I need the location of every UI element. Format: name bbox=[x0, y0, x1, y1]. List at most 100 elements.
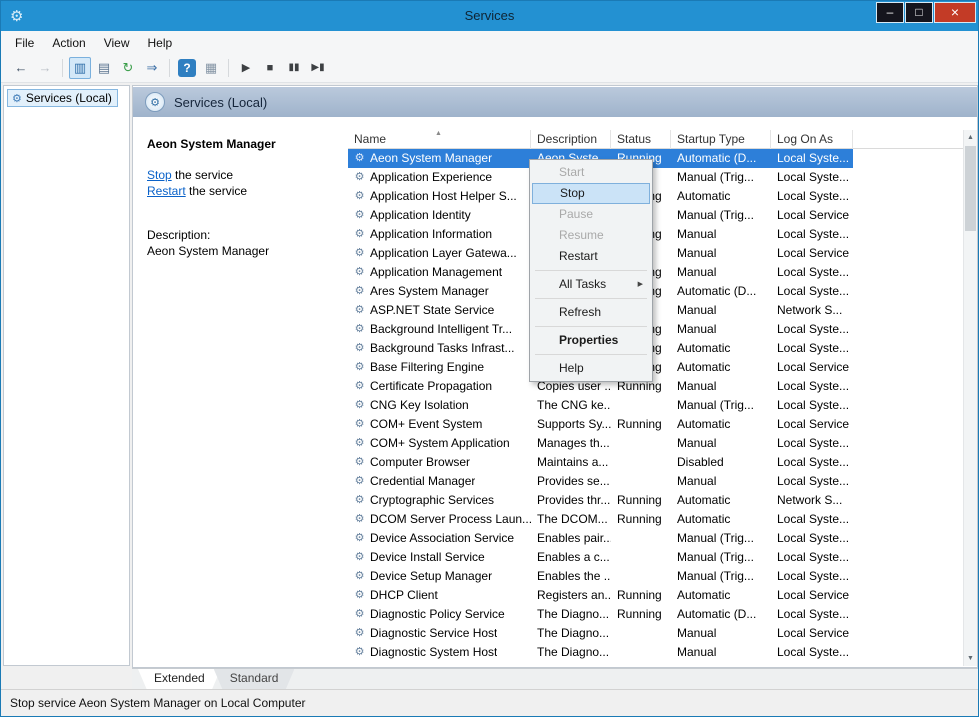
toolbar-separator bbox=[169, 59, 170, 77]
menu-help[interactable]: Help bbox=[139, 32, 182, 55]
cell-logon-as: Local Syste... bbox=[771, 377, 853, 396]
menu-action[interactable]: Action bbox=[43, 32, 94, 55]
menu-file[interactable]: File bbox=[6, 32, 43, 55]
maximize-button[interactable]: □ bbox=[905, 2, 933, 23]
table-row[interactable]: ⚙COM+ System ApplicationManages th...Man… bbox=[348, 434, 853, 453]
service-name: Base Filtering Engine bbox=[370, 358, 484, 377]
menu-item-label: Stop bbox=[560, 186, 585, 200]
service-name: Diagnostic Service Host bbox=[370, 624, 497, 643]
table-header: Name ▲ Description Status Startup Type L… bbox=[348, 130, 963, 149]
tab-standard[interactable]: Standard bbox=[214, 669, 295, 690]
service-name: Application Experience bbox=[370, 168, 492, 187]
selected-service-name: Aeon System Manager bbox=[147, 137, 276, 151]
column-header-logon-as[interactable]: Log On As bbox=[771, 130, 853, 149]
table-row[interactable]: ⚙Diagnostic Policy ServiceThe Diagno...R… bbox=[348, 605, 853, 624]
context-menu-item-start[interactable]: Start bbox=[532, 162, 650, 183]
start-service-icon[interactable]: ▶ bbox=[235, 57, 257, 79]
column-header-startup-type[interactable]: Startup Type bbox=[671, 130, 771, 149]
service-name: Computer Browser bbox=[370, 453, 470, 472]
stop-service-link[interactable]: Stop bbox=[147, 168, 172, 182]
cell-name: ⚙Application Layer Gatewa... bbox=[348, 244, 531, 263]
cell-logon-as: Local Syste... bbox=[771, 225, 853, 244]
action-pane-icon[interactable]: ▦ bbox=[200, 57, 222, 79]
vertical-scrollbar[interactable]: ▲ ▼ bbox=[963, 130, 977, 666]
service-gear-icon: ⚙ bbox=[352, 548, 367, 567]
cell-name: ⚙Cryptographic Services bbox=[348, 491, 531, 510]
service-name: Aeon System Manager bbox=[370, 149, 492, 168]
cell-logon-as: Local Service bbox=[771, 415, 853, 434]
service-name: DCOM Server Process Laun... bbox=[370, 510, 531, 529]
context-menu-item-properties[interactable]: Properties bbox=[532, 330, 650, 351]
table-row[interactable]: ⚙Device Setup ManagerEnables the ...Manu… bbox=[348, 567, 853, 586]
context-menu-item-refresh[interactable]: Refresh bbox=[532, 302, 650, 323]
cell-startup-type: Manual (Trig... bbox=[671, 396, 771, 415]
back-icon[interactable]: ← bbox=[10, 57, 32, 79]
table-row[interactable]: ⚙DCOM Server Process Laun...The DCOM...R… bbox=[348, 510, 853, 529]
minimize-button[interactable]: – bbox=[876, 2, 904, 23]
export-list-icon[interactable]: ⇒ bbox=[141, 57, 163, 79]
cell-logon-as: Local Syste... bbox=[771, 149, 853, 168]
cell-name: ⚙Computer Browser bbox=[348, 453, 531, 472]
service-name: COM+ Event System bbox=[370, 415, 482, 434]
context-menu-item-all-tasks[interactable]: All Tasks▶ bbox=[532, 274, 650, 295]
table-row[interactable]: ⚙CNG Key IsolationThe CNG ke...Manual (T… bbox=[348, 396, 853, 415]
refresh-icon[interactable]: ↻ bbox=[117, 57, 139, 79]
cell-description: Provides se... bbox=[531, 472, 611, 491]
table-row[interactable]: ⚙COM+ Event SystemSupports Sy...RunningA… bbox=[348, 415, 853, 434]
menu-view[interactable]: View bbox=[95, 32, 139, 55]
table-row[interactable]: ⚙Diagnostic Service HostThe Diagno...Man… bbox=[348, 624, 853, 643]
forward-icon[interactable]: → bbox=[34, 57, 56, 79]
service-name: DHCP Client bbox=[370, 586, 438, 605]
column-header-description[interactable]: Description bbox=[531, 130, 611, 149]
tree-node-services-local[interactable]: ⚙ Services (Local) bbox=[7, 89, 118, 107]
scroll-down-icon[interactable]: ▼ bbox=[964, 651, 977, 666]
cell-logon-as: Local Syste... bbox=[771, 263, 853, 282]
context-menu-item-restart[interactable]: Restart bbox=[532, 246, 650, 267]
tab-extended[interactable]: Extended bbox=[138, 669, 221, 690]
cell-name: ⚙Base Filtering Engine bbox=[348, 358, 531, 377]
column-header-name[interactable]: Name ▲ bbox=[348, 130, 531, 149]
cell-name: ⚙Diagnostic Policy Service bbox=[348, 605, 531, 624]
cell-startup-type: Automatic bbox=[671, 491, 771, 510]
cell-description: Manages th... bbox=[531, 434, 611, 453]
cell-name: ⚙ASP.NET State Service bbox=[348, 301, 531, 320]
cell-description: Enables a c... bbox=[531, 548, 611, 567]
cell-name: ⚙Application Identity bbox=[348, 206, 531, 225]
context-menu-item-help[interactable]: Help bbox=[532, 358, 650, 379]
restart-service-line: Restart the service bbox=[147, 184, 247, 198]
menu-separator bbox=[535, 326, 647, 327]
table-row[interactable]: ⚙Cryptographic ServicesProvides thr...Ru… bbox=[348, 491, 853, 510]
service-gear-icon: ⚙ bbox=[352, 320, 367, 339]
services-node-icon: ⚙ bbox=[12, 92, 22, 105]
restart-service-link[interactable]: Restart bbox=[147, 184, 186, 198]
scrollbar-thumb[interactable] bbox=[965, 146, 976, 231]
cell-logon-as: Local Syste... bbox=[771, 643, 853, 662]
column-header-status[interactable]: Status bbox=[611, 130, 671, 149]
table-row[interactable]: ⚙Computer BrowserMaintains a...DisabledL… bbox=[348, 453, 853, 472]
help-icon[interactable]: ? bbox=[178, 59, 196, 77]
service-name: Device Association Service bbox=[370, 529, 514, 548]
table-row[interactable]: ⚙Device Association ServiceEnables pair.… bbox=[348, 529, 853, 548]
table-row[interactable]: ⚙Distributed Link Tracking Cli...Maintai… bbox=[348, 662, 853, 666]
context-menu-item-pause[interactable]: Pause bbox=[532, 204, 650, 225]
properties-icon[interactable]: ▤ bbox=[93, 57, 115, 79]
pause-service-icon[interactable]: ▮▮ bbox=[283, 57, 305, 79]
restart-service-icon[interactable]: ▶▮ bbox=[307, 57, 329, 79]
cell-name: ⚙DCOM Server Process Laun... bbox=[348, 510, 531, 529]
service-name: Application Management bbox=[370, 263, 502, 282]
table-row[interactable]: ⚙Credential ManagerProvides se...ManualL… bbox=[348, 472, 853, 491]
context-menu-item-resume[interactable]: Resume bbox=[532, 225, 650, 246]
menu-item-label: Properties bbox=[559, 333, 618, 347]
cell-startup-type: Manual bbox=[671, 434, 771, 453]
table-row[interactable]: ⚙Diagnostic System HostThe Diagno...Manu… bbox=[348, 643, 853, 662]
cell-logon-as: Local Syste... bbox=[771, 662, 853, 666]
cell-status bbox=[611, 548, 671, 567]
table-row[interactable]: ⚙Device Install ServiceEnables a c...Man… bbox=[348, 548, 853, 567]
show-console-tree-icon[interactable]: ▥ bbox=[69, 57, 91, 79]
scroll-up-icon[interactable]: ▲ bbox=[964, 130, 977, 145]
console-tree-panel: ⚙ Services (Local) bbox=[3, 85, 130, 666]
stop-service-icon[interactable]: ■ bbox=[259, 57, 281, 79]
context-menu-item-stop[interactable]: Stop bbox=[532, 183, 650, 204]
table-row[interactable]: ⚙DHCP ClientRegisters an...RunningAutoma… bbox=[348, 586, 853, 605]
close-button[interactable]: × bbox=[934, 2, 976, 23]
